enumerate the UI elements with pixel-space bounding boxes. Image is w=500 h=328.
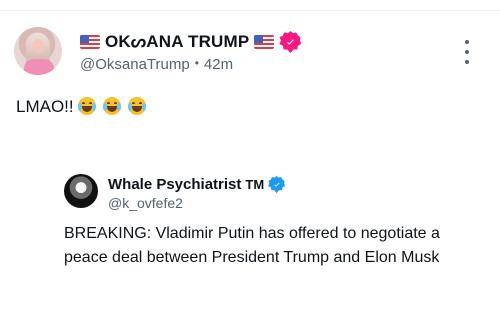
- joy-emoji: [78, 97, 97, 115]
- quoted-author-tm: TM: [245, 177, 265, 192]
- quoted-author-name-row[interactable]: Whale Psychiatrist TM: [108, 176, 286, 193]
- avatar-face: [32, 39, 44, 53]
- quoted-verified-badge-icon: [268, 176, 286, 193]
- more-dot: [465, 40, 469, 44]
- post-time[interactable]: 42m: [204, 56, 233, 73]
- quoted-author-handle[interactable]: @k_ovfefe2: [108, 195, 183, 211]
- author-avatar[interactable]: [14, 27, 62, 75]
- post-text: LMAO!!: [16, 96, 148, 118]
- quoted-author-display-name[interactable]: Whale Psychiatrist: [108, 176, 241, 193]
- joy-emoji: [127, 97, 146, 115]
- quoted-tweet-text: BREAKING: Vladimir Putin has offered to …: [64, 225, 440, 266]
- verified-badge-icon: [279, 31, 302, 53]
- quoted-author-avatar[interactable]: [64, 174, 98, 208]
- more-dot: [465, 50, 469, 54]
- post-text-content: LMAO!!: [16, 97, 74, 116]
- author-display-name[interactable]: OKᔕANA TRUMP: [105, 32, 249, 52]
- avatar-shirt: [24, 59, 54, 75]
- joy-emoji: [103, 97, 122, 115]
- author-handle[interactable]: @OksanaTrump: [80, 56, 190, 73]
- us-flag-icon: [254, 35, 275, 49]
- quoted-tweet[interactable]: Whale Psychiatrist TM @k_ovfefe2 BREAKIN…: [50, 150, 500, 290]
- us-flag-icon: [80, 35, 100, 49]
- more-options-icon[interactable]: [458, 40, 476, 64]
- meta-separator: •: [194, 56, 199, 70]
- author-meta-row: @OksanaTrump • 42m: [80, 53, 233, 75]
- author-name-row[interactable]: OKᔕANA TRUMP: [80, 30, 302, 54]
- more-dot: [465, 60, 469, 64]
- post[interactable]: OKᔕANA TRUMP @OksanaTrump • 42m LMAO!! W…: [0, 0, 500, 328]
